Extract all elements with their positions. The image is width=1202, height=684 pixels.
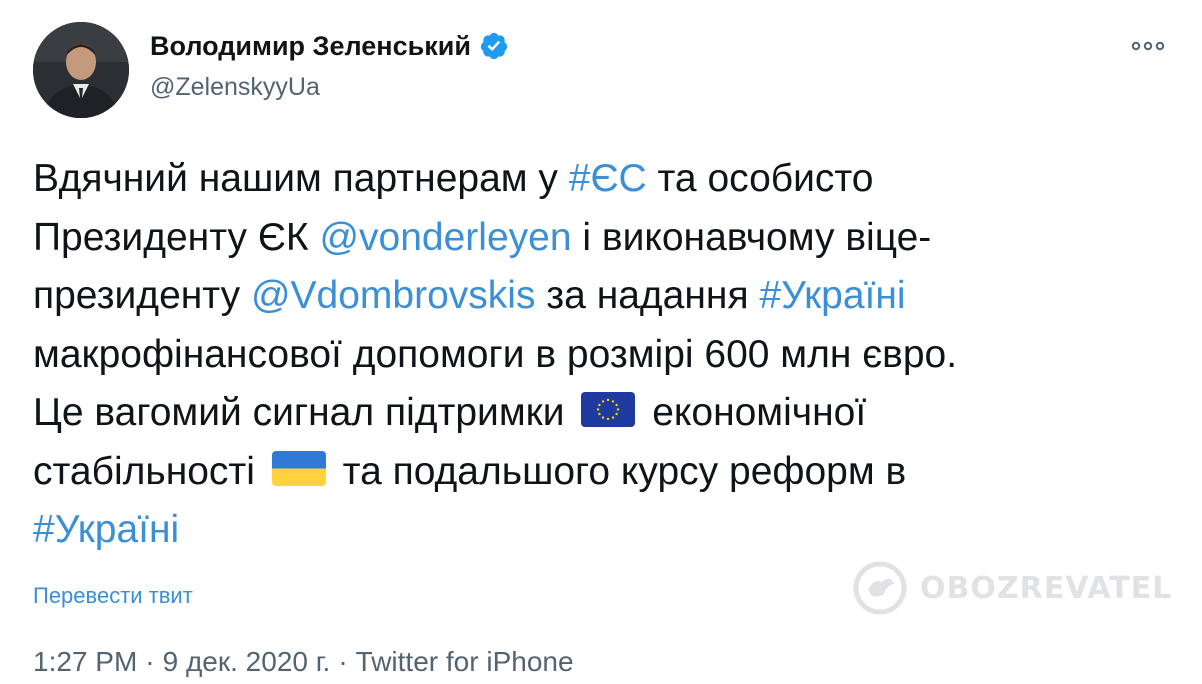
verified-badge-icon	[480, 32, 508, 60]
tweet-text-segment: Вдячний нашим партнерам у	[33, 157, 569, 200]
tweet-line: Вдячний нашим партнерам у #ЄС та особист…	[33, 150, 1173, 209]
tweet-text-segment: економічної	[652, 391, 867, 434]
tweet-time[interactable]: 1:27 PM	[33, 646, 137, 677]
author-display-name[interactable]: Володимир Зеленський	[150, 30, 471, 62]
tweet-line: президенту @Vdombrovskis за надання #Укр…	[33, 267, 1173, 326]
more-dots-icon[interactable]	[1130, 34, 1166, 58]
meta-separator: ·	[145, 646, 155, 677]
watermark: OBOZREVATEL	[852, 560, 1172, 616]
avatar[interactable]	[33, 22, 129, 118]
translate-tweet-link[interactable]: Перевести твит	[33, 582, 193, 610]
tweet-text-segment: та подальшого курсу реформ в	[342, 449, 907, 493]
mention-link[interactable]: @vonderleyen	[319, 216, 571, 259]
mention-link[interactable]: @Vdombrovskis	[251, 274, 536, 317]
tweet-text-segment: Це вагомий сигнал підтримки	[33, 391, 565, 434]
tweet-date[interactable]: 9 дек. 2020 г.	[163, 646, 331, 677]
meta-separator: ·	[338, 646, 348, 677]
tweet-source[interactable]: Twitter for iPhone	[356, 646, 574, 677]
tweet-meta: 1:27 PM · 9 дек. 2020 г. · Twitter for iPhon…	[33, 646, 574, 678]
tweet-text-segment: президенту	[33, 274, 251, 317]
hashtag-link[interactable]: #Україні	[759, 274, 905, 317]
watermark-text: OBOZREVATEL	[920, 570, 1173, 606]
tweet-text-segment: стабільності	[33, 449, 255, 493]
author-handle[interactable]: @ZelenskyyUa	[150, 72, 320, 102]
hashtag-link[interactable]: #Україні	[33, 508, 179, 551]
watermark-logo-icon	[853, 561, 907, 615]
tweet-line: макрофінансової допомоги в розмірі 600 м…	[33, 332, 958, 376]
tweet-text-segment: та особисто	[646, 157, 874, 200]
author-name-row: Володимир Зеленський	[150, 30, 509, 62]
ukraine-flag-icon	[271, 450, 326, 486]
tweet-text: Вдячний нашим партнерам у #ЄС та особист…	[33, 150, 1173, 560]
eu-flag-icon	[581, 392, 636, 427]
tweet-line: #Україні	[33, 501, 1173, 560]
tweet-line: Це вагомий сигнал підтримки економічної	[33, 384, 1173, 443]
profile-photo-icon	[33, 22, 129, 118]
tweet-line: стабільності та подальшого курсу реформ …	[33, 443, 1173, 502]
tweet-text-segment: і виконавчому віце-	[571, 215, 932, 259]
tweet-text-segment: за надання	[535, 274, 760, 317]
hashtag-link[interactable]: #ЄС	[569, 157, 647, 200]
tweet-text-segment: Президенту ЄК	[33, 215, 320, 259]
tweet-line: Президенту ЄК @vonderleyen і виконавчому…	[33, 209, 1173, 268]
